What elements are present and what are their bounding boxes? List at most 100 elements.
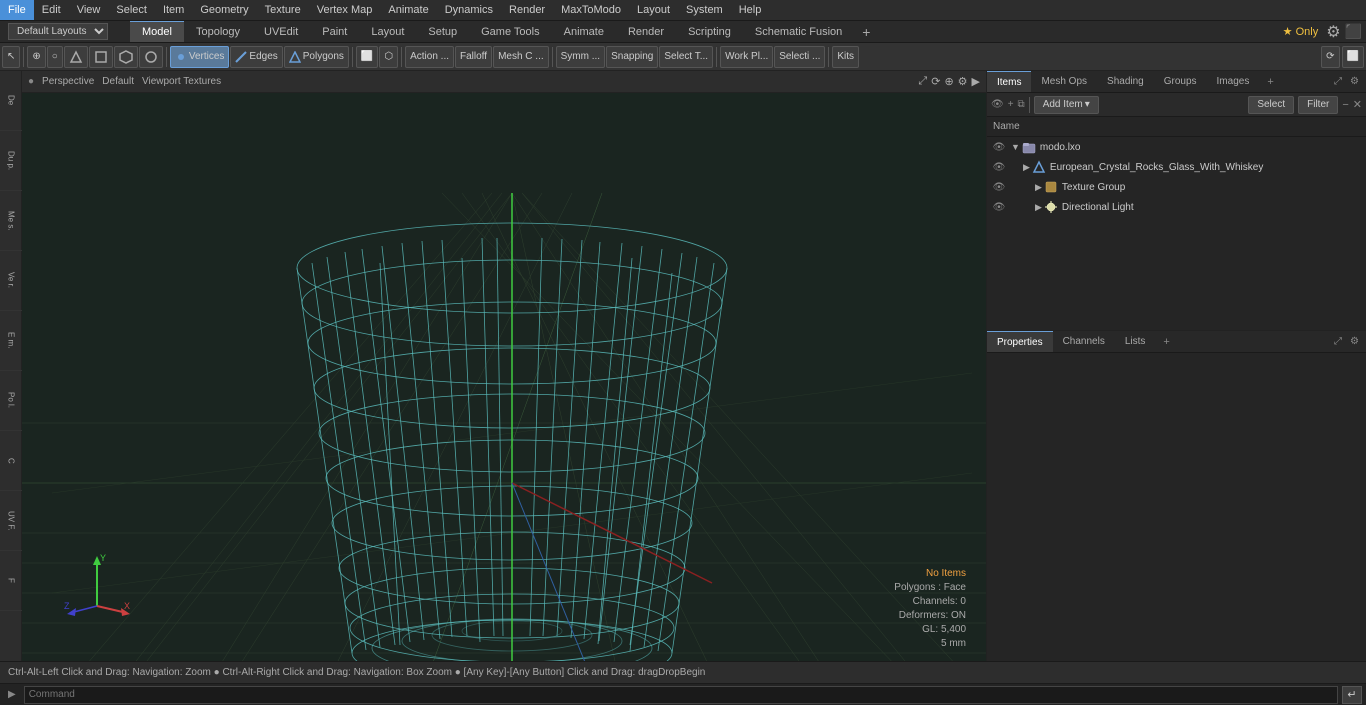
menu-texture[interactable]: Texture — [257, 0, 309, 20]
menu-vertex-map[interactable]: Vertex Map — [309, 0, 381, 20]
menu-select[interactable]: Select — [108, 0, 155, 20]
tool-transform2[interactable]: ○ — [47, 46, 63, 68]
canvas-area[interactable]: .grid-line { stroke: #2e3f2e; stroke-wid… — [22, 93, 986, 661]
panel-tab-groups[interactable]: Groups — [1154, 71, 1207, 92]
menu-geometry[interactable]: Geometry — [192, 0, 256, 20]
selecti-button[interactable]: Selecti ... — [774, 46, 825, 68]
props-tab-channels[interactable]: Channels — [1053, 331, 1115, 352]
arrow-texture[interactable]: ▶ — [1035, 182, 1042, 193]
settings-icon[interactable]: ⚙ — [1326, 22, 1340, 42]
viewport-circle[interactable]: ● — [28, 76, 34, 87]
action-button[interactable]: Action ... — [405, 46, 454, 68]
select-t-button[interactable]: Select T... — [659, 46, 713, 68]
add-item-button[interactable]: Add Item ▾ — [1034, 96, 1099, 114]
viewport-default[interactable]: Default — [102, 76, 134, 87]
tool-transform5[interactable] — [114, 46, 138, 68]
falloff-button[interactable]: Falloff — [455, 46, 492, 68]
work-pl-button[interactable]: Work Pl... — [720, 46, 773, 68]
menu-maxtomodo[interactable]: MaxToModo — [553, 0, 629, 20]
sidebar-tab-c[interactable]: C — [0, 431, 22, 491]
menu-dynamics[interactable]: Dynamics — [437, 0, 501, 20]
viewport-ctrl-3[interactable]: ⊕ — [944, 75, 953, 88]
layout-dropdown[interactable]: Default Layouts — [8, 23, 108, 40]
menu-layout[interactable]: Layout — [629, 0, 678, 20]
tab-add-button[interactable]: + — [854, 24, 878, 40]
sidebar-tab-de[interactable]: De — [0, 71, 22, 131]
items-tab-plus[interactable]: + — [1259, 76, 1281, 88]
tree-item-crystal[interactable]: 👁 ▶ European_Crystal_Rocks_Glass_With_Wh… — [987, 157, 1366, 177]
eye-crystal[interactable]: 👁 — [991, 159, 1007, 175]
star-button[interactable]: ★ Only — [1279, 25, 1323, 38]
viewport-nav-btn2[interactable]: ⬜ — [1342, 46, 1364, 68]
viewport-ctrl-2[interactable]: ⟳ — [931, 75, 940, 88]
tab-uvedit[interactable]: UVEdit — [252, 21, 310, 42]
props-tab-properties[interactable]: Properties — [987, 331, 1053, 352]
sidebar-tab-mes[interactable]: Me s. — [0, 191, 22, 251]
add-icon[interactable]: + — [1008, 99, 1014, 110]
tool-transform1[interactable]: ⊕ — [27, 46, 45, 68]
sidebar-tab-f[interactable]: F — [0, 551, 22, 611]
panel-tab-shading[interactable]: Shading — [1097, 71, 1154, 92]
eye-all-icon[interactable]: 👁 — [991, 99, 1004, 110]
tab-setup[interactable]: Setup — [416, 21, 469, 42]
sidebar-tab-dup[interactable]: Du p. — [0, 131, 22, 191]
tab-scripting[interactable]: Scripting — [676, 21, 743, 42]
tab-render[interactable]: Render — [616, 21, 676, 42]
sidebar-tab-ver[interactable]: Ve r. — [0, 251, 22, 311]
tab-schematic-fusion[interactable]: Schematic Fusion — [743, 21, 854, 42]
tab-game-tools[interactable]: Game Tools — [469, 21, 552, 42]
viewport[interactable]: ● Perspective Default Viewport Textures … — [22, 71, 986, 661]
menu-view[interactable]: View — [69, 0, 109, 20]
mesh-button[interactable]: Mesh C ... — [493, 46, 549, 68]
maximize-icon[interactable]: ⬛ — [1345, 23, 1362, 40]
viewport-textures[interactable]: Viewport Textures — [142, 76, 221, 87]
tool-transform3[interactable] — [64, 46, 88, 68]
sidebar-tab-pol[interactable]: Po l. — [0, 371, 22, 431]
menu-animate[interactable]: Animate — [380, 0, 436, 20]
tree-item-light[interactable]: 👁 ▶ Directional Light — [987, 197, 1366, 217]
panel-tab-mesh-ops[interactable]: Mesh Ops — [1031, 71, 1097, 92]
tab-paint[interactable]: Paint — [310, 21, 359, 42]
panel-tab-images[interactable]: Images — [1207, 71, 1260, 92]
menu-render[interactable]: Render — [501, 0, 553, 20]
viewport-ctrl-5[interactable]: ▶ — [972, 75, 980, 88]
items-expand-icon[interactable]: ⤢ — [1331, 76, 1345, 87]
menu-system[interactable]: System — [678, 0, 731, 20]
arrow-light[interactable]: ▶ — [1035, 202, 1042, 213]
tab-model[interactable]: Model — [130, 21, 184, 42]
menu-edit[interactable]: Edit — [34, 0, 69, 20]
tool-transform6[interactable] — [139, 46, 163, 68]
tool-extra1[interactable]: ⬜ — [356, 46, 378, 68]
tree-item-texture[interactable]: 👁 ▶ Texture Group — [987, 177, 1366, 197]
mode-edges[interactable]: Edges — [230, 46, 282, 68]
sidebar-tab-uv[interactable]: UV F. — [0, 491, 22, 551]
arrow-modo-lxo[interactable]: ▼ — [1011, 142, 1020, 152]
tool-extra2[interactable]: ⬡ — [379, 46, 398, 68]
tree-item-modo-lxo[interactable]: 👁 ▼ modo.lxo — [987, 137, 1366, 157]
mode-polygons[interactable]: Polygons — [284, 46, 349, 68]
symm-button[interactable]: Symm ... — [556, 46, 605, 68]
items-filter-btn[interactable]: Filter — [1298, 96, 1338, 114]
add-item-dropdown[interactable]: ▾ — [1085, 99, 1090, 110]
kits-button[interactable]: Kits — [832, 46, 859, 68]
tab-animate[interactable]: Animate — [552, 21, 616, 42]
viewport-ctrl-4[interactable]: ⚙ — [958, 75, 968, 88]
sidebar-tab-em[interactable]: E m. — [0, 311, 22, 371]
viewport-nav-btn1[interactable]: ⟳ — [1321, 46, 1339, 68]
menu-item[interactable]: Item — [155, 0, 192, 20]
props-tab-lists[interactable]: Lists — [1115, 331, 1156, 352]
command-enter-btn[interactable]: ↵ — [1342, 686, 1362, 704]
arrow-crystal[interactable]: ▶ — [1023, 162, 1030, 173]
menu-help[interactable]: Help — [731, 0, 770, 20]
items-settings-icon[interactable]: ⚙ — [1347, 76, 1362, 87]
menu-file[interactable]: File — [0, 0, 34, 20]
command-input[interactable] — [24, 686, 1338, 704]
copy-icon[interactable]: ⧉ — [1018, 99, 1025, 110]
viewport-ctrl-1[interactable]: ⤢ — [918, 75, 927, 88]
eye-modo-lxo[interactable]: 👁 — [991, 139, 1007, 155]
snapping-button[interactable]: Snapping — [606, 46, 658, 68]
props-tab-plus[interactable]: + — [1155, 336, 1177, 348]
viewport-perspective[interactable]: Perspective — [42, 76, 94, 87]
props-expand-icon[interactable]: ⤢ — [1331, 336, 1345, 347]
layout-dropdown-area[interactable]: Default Layouts — [0, 23, 130, 40]
